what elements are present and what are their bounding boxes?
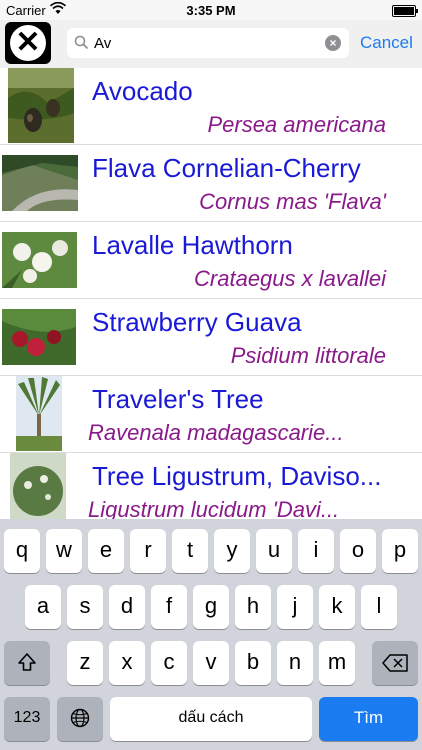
- backspace-key[interactable]: [372, 641, 418, 685]
- list-item[interactable]: Lavalle Hawthorn Crataegus x lavallei: [0, 222, 422, 299]
- plant-latin-name: Ravenala madagascarie...: [88, 420, 344, 445]
- key-w[interactable]: w: [46, 529, 82, 573]
- plant-name: Flava Cornelian-Cherry: [92, 153, 361, 183]
- key-l[interactable]: l: [361, 585, 397, 629]
- key-n[interactable]: n: [277, 641, 313, 685]
- key-x[interactable]: x: [109, 641, 145, 685]
- key-d[interactable]: d: [109, 585, 145, 629]
- battery-icon: [392, 5, 418, 17]
- key-c[interactable]: c: [151, 641, 187, 685]
- status-time: 3:35 PM: [186, 3, 236, 18]
- list-item[interactable]: Strawberry Guava Psidium littorale: [0, 299, 422, 376]
- key-m[interactable]: m: [319, 641, 355, 685]
- key-o[interactable]: o: [340, 529, 376, 573]
- search-bar: ✕ × Cancel: [0, 20, 422, 69]
- search-icon: [74, 35, 89, 50]
- strawberry-guava-thumbnail: [2, 309, 76, 365]
- plant-name: Tree Ligustrum, Daviso...: [92, 461, 382, 491]
- shift-icon: [18, 653, 36, 671]
- plant-name: Strawberry Guava: [92, 307, 302, 337]
- plant-latin-name: Persea americana: [207, 112, 386, 137]
- key-u[interactable]: u: [256, 529, 292, 573]
- key-b[interactable]: b: [235, 641, 271, 685]
- numbers-key[interactable]: 123: [4, 697, 50, 741]
- avocado-thumbnail: [8, 68, 74, 143]
- globe-key[interactable]: [57, 697, 103, 741]
- search-input[interactable]: [94, 32, 314, 54]
- cancel-button[interactable]: Cancel: [360, 33, 413, 53]
- key-q[interactable]: q: [4, 529, 40, 573]
- plant-latin-name: Psidium littorale: [230, 343, 386, 368]
- key-v[interactable]: v: [193, 641, 229, 685]
- search-field[interactable]: ×: [67, 28, 349, 58]
- flava-cornelian-cherry-thumbnail: [2, 155, 78, 211]
- key-e[interactable]: e: [88, 529, 124, 573]
- space-key[interactable]: dấu cách: [110, 697, 312, 741]
- key-j[interactable]: j: [277, 585, 313, 629]
- globe-icon: [70, 708, 90, 728]
- key-y[interactable]: y: [214, 529, 250, 573]
- key-z[interactable]: z: [67, 641, 103, 685]
- key-s[interactable]: s: [67, 585, 103, 629]
- list-item[interactable]: Flava Cornelian-Cherry Cornus mas 'Flava…: [0, 145, 422, 222]
- list-item[interactable]: Traveler's Tree Ravenala madagascarie...: [0, 376, 422, 453]
- tree-ligustrum-thumbnail: [10, 453, 66, 528]
- plant-name: Lavalle Hawthorn: [92, 230, 293, 260]
- status-bar: Carrier 3:35 PM: [0, 0, 422, 20]
- results-list: Avocado Persea americana Flava Cornelian…: [0, 68, 422, 530]
- close-button[interactable]: ✕: [5, 22, 51, 64]
- travelers-tree-thumbnail: [16, 376, 62, 451]
- keyboard: q w e r t y u i o p a s d f g h j k l z …: [0, 519, 422, 750]
- shift-key[interactable]: [4, 641, 50, 685]
- key-t[interactable]: t: [172, 529, 208, 573]
- key-k[interactable]: k: [319, 585, 355, 629]
- plant-latin-name: Crataegus x lavallei: [194, 266, 386, 291]
- plant-name: Traveler's Tree: [92, 384, 264, 414]
- key-p[interactable]: p: [382, 529, 418, 573]
- key-a[interactable]: a: [25, 585, 61, 629]
- key-g[interactable]: g: [193, 585, 229, 629]
- key-h[interactable]: h: [235, 585, 271, 629]
- key-f[interactable]: f: [151, 585, 187, 629]
- backspace-icon: [382, 654, 408, 672]
- key-r[interactable]: r: [130, 529, 166, 573]
- close-icon: ✕: [10, 25, 46, 61]
- lavalle-hawthorn-thumbnail: [2, 232, 77, 288]
- clear-search-icon[interactable]: ×: [325, 35, 341, 51]
- key-i[interactable]: i: [298, 529, 334, 573]
- search-key[interactable]: Tìm: [319, 697, 418, 741]
- plant-name: Avocado: [92, 76, 193, 106]
- list-item[interactable]: Avocado Persea americana: [0, 68, 422, 145]
- plant-latin-name: Cornus mas 'Flava': [199, 189, 386, 214]
